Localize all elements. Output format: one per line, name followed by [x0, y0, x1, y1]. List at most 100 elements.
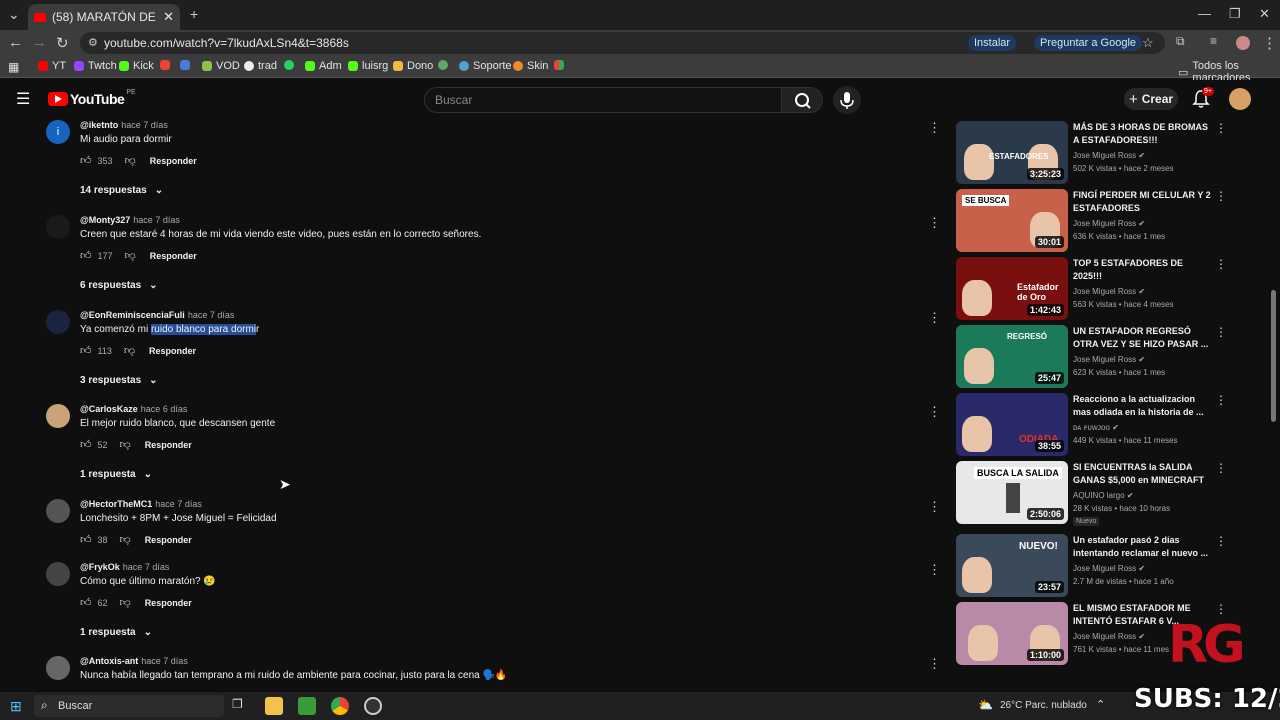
video-card[interactable]: REGRESÓ 25:47 UN ESTAFADOR REGRESÓ OTRA … [956, 325, 1256, 389]
video-title[interactable]: SI ENCUENTRAS la SALIDA GANAS $5,000 en … [1073, 461, 1213, 487]
bookmark-soporte[interactable]: Soporte [459, 60, 512, 72]
chevron-up-icon[interactable]: ⌃ [1096, 698, 1105, 711]
hamburger-menu-icon[interactable]: ☰ [16, 89, 30, 109]
video-thumbnail[interactable]: SE BUSCA 30:01 [956, 189, 1068, 252]
avatar[interactable] [46, 404, 70, 428]
channel-name[interactable]: Jose Miguel Ross ✔ [1073, 219, 1145, 228]
avatar[interactable] [46, 215, 70, 239]
avatar[interactable] [46, 656, 70, 680]
comment-author[interactable]: @Monty327 hace 7 días [80, 215, 180, 225]
avatar[interactable]: i [46, 120, 70, 144]
menu-icon[interactable]: ⋮ [1262, 34, 1277, 52]
video-card[interactable]: SE BUSCA 30:01 FINGÍ PERDER MI CELULAR Y… [956, 189, 1256, 253]
comment-author[interactable]: @Antoxis-ant hace 7 días [80, 656, 188, 666]
bookmark-twitch[interactable]: Twtch [74, 60, 117, 72]
author-name[interactable]: @iketnto [80, 120, 118, 130]
create-button[interactable]: + Crear [1124, 88, 1178, 110]
video-more-icon[interactable]: ⋮ [1215, 461, 1227, 475]
bookmark-kick[interactable]: Kick [119, 60, 154, 72]
comment-more-icon[interactable]: ⋮ [928, 404, 941, 420]
video-more-icon[interactable]: ⋮ [1215, 325, 1227, 339]
close-window-icon[interactable]: ✕ [1259, 6, 1270, 22]
video-title[interactable]: Un estafador pasó 2 días intentando recl… [1073, 534, 1213, 560]
thumbs-down-icon[interactable]: 👎︎ [120, 438, 131, 451]
comment-time[interactable]: hace 7 días [133, 215, 180, 225]
thumbs-up-icon[interactable]: 👍︎ [80, 596, 92, 609]
thumbs-down-icon[interactable]: 👎︎ [125, 154, 136, 167]
video-thumbnail[interactable]: ESTAFADORES 3:25:23 [956, 121, 1068, 184]
comment-author[interactable]: @FrykOk hace 7 días [80, 562, 169, 572]
video-card[interactable]: Estafador de Oro 1:42:43 TOP 5 ESTAFADOR… [956, 257, 1256, 321]
avatar[interactable] [46, 562, 70, 586]
comment-more-icon[interactable]: ⋮ [928, 310, 941, 326]
bookmark-gmail[interactable] [160, 60, 174, 70]
thumbs-up-icon[interactable]: 👍︎ [80, 438, 92, 451]
comment-more-icon[interactable]: ⋮ [928, 562, 941, 578]
reply-button[interactable]: Responder [145, 440, 192, 450]
thumbs-up-icon[interactable]: 👍︎ [80, 249, 92, 262]
minimize-icon[interactable]: — [1198, 6, 1211, 21]
avatar[interactable] [46, 499, 70, 523]
file-explorer-icon[interactable] [265, 697, 283, 715]
bookmark-app2[interactable] [438, 60, 452, 70]
youtube-logo[interactable]: YouTube PE [48, 89, 136, 107]
video-more-icon[interactable]: ⋮ [1215, 121, 1227, 135]
obs-icon[interactable] [364, 697, 382, 715]
author-name[interactable]: @Monty327 [80, 215, 130, 225]
channel-name[interactable]: Jose Miguel Ross ✔ [1073, 355, 1145, 364]
forward-icon[interactable]: → [32, 34, 47, 51]
bookmark-vod[interactable]: VOD [202, 60, 240, 72]
avatar[interactable] [46, 310, 70, 334]
video-thumbnail[interactable]: BUSCA LA SALIDA 2:50:06 [956, 461, 1068, 524]
video-title[interactable]: UN ESTAFADOR REGRESÓ OTRA VEZ Y SE HIZO … [1073, 325, 1213, 351]
taskbar-search-input[interactable]: ⌕ Buscar [34, 695, 224, 717]
comment-time[interactable]: hace 7 días [121, 120, 168, 130]
view-replies-button[interactable]: 1 respuesta ⌄ [80, 469, 152, 480]
video-card[interactable]: BUSCA LA SALIDA 2:50:06 SI ENCUENTRAS la… [956, 461, 1256, 526]
thumbs-down-icon[interactable]: 👎︎ [124, 344, 135, 357]
site-info-icon[interactable]: ⚙ [88, 36, 98, 49]
voice-search-button[interactable] [833, 86, 861, 114]
thumbs-down-icon[interactable]: 👎︎ [120, 533, 131, 546]
bookmark-luisrg[interactable]: luisrg [348, 60, 388, 72]
bookmark-yt[interactable]: YT [38, 60, 66, 72]
bookmark-whatsapp[interactable] [284, 60, 298, 70]
video-thumbnail[interactable]: 1:10:00 [956, 602, 1068, 665]
task-view-icon[interactable]: ❐ [232, 697, 250, 715]
bookmark-trad[interactable]: trad [244, 60, 277, 72]
comment-time[interactable]: hace 7 días [123, 562, 170, 572]
thumbs-down-icon[interactable]: 👎︎ [125, 249, 136, 262]
video-more-icon[interactable]: ⋮ [1215, 393, 1227, 407]
author-name[interactable]: @HectorTheMC1 [80, 499, 152, 509]
comment-time[interactable]: hace 7 días [188, 310, 235, 320]
bookmark-star-icon[interactable]: ☆ [1142, 35, 1154, 51]
ask-google-button[interactable]: Preguntar a Google [1034, 35, 1143, 51]
bookmark-app3[interactable] [554, 60, 568, 70]
reply-button[interactable]: Responder [145, 535, 192, 545]
reply-button[interactable]: Responder [150, 251, 197, 261]
video-card[interactable]: NUEVO! 23:57 Un estafador pasó 2 días in… [956, 534, 1256, 598]
comment-time[interactable]: hace 6 días [141, 404, 188, 414]
video-more-icon[interactable]: ⋮ [1215, 189, 1227, 203]
reading-list-icon[interactable]: ≡ [1210, 34, 1217, 48]
weather-icon[interactable]: ⛅ [978, 698, 993, 712]
view-replies-button[interactable]: 3 respuestas ⌄ [80, 375, 158, 386]
video-card[interactable]: ESTAFADORES 3:25:23 MÁS DE 3 HORAS DE BR… [956, 121, 1256, 185]
back-icon[interactable]: ← [8, 34, 23, 51]
weather-text[interactable]: 26°C Parc. nublado [1000, 700, 1087, 711]
comment-time[interactable]: hace 7 días [141, 656, 188, 666]
comment-time[interactable]: hace 7 días [155, 499, 202, 509]
channel-name[interactable]: Jose Miguel Ross ✔ [1073, 151, 1145, 160]
video-title[interactable]: MÁS DE 3 HORAS DE BROMAS A ESTAFADORES!!… [1073, 121, 1213, 147]
comment-more-icon[interactable]: ⋮ [928, 656, 941, 672]
bookmark-skin[interactable]: Skin [513, 60, 548, 72]
video-thumbnail[interactable]: REGRESÓ 25:47 [956, 325, 1068, 388]
video-thumbnail[interactable]: Estafador de Oro 1:42:43 [956, 257, 1068, 320]
thumbs-up-icon[interactable]: 👍︎ [80, 533, 92, 546]
bookmark-dono[interactable]: Dono [393, 60, 433, 72]
video-title[interactable]: TOP 5 ESTAFADORES DE 2025!!! [1073, 257, 1213, 283]
channel-name[interactable]: Jose Miguel Ross ✔ [1073, 287, 1145, 296]
author-name[interactable]: @CarlosKaze [80, 404, 138, 414]
video-thumbnail[interactable]: NUEVO! 23:57 [956, 534, 1068, 597]
channel-name[interactable]: ᴅᴀ ꜰᴜᴡᴊᴏᴏ ✔ [1073, 423, 1119, 432]
